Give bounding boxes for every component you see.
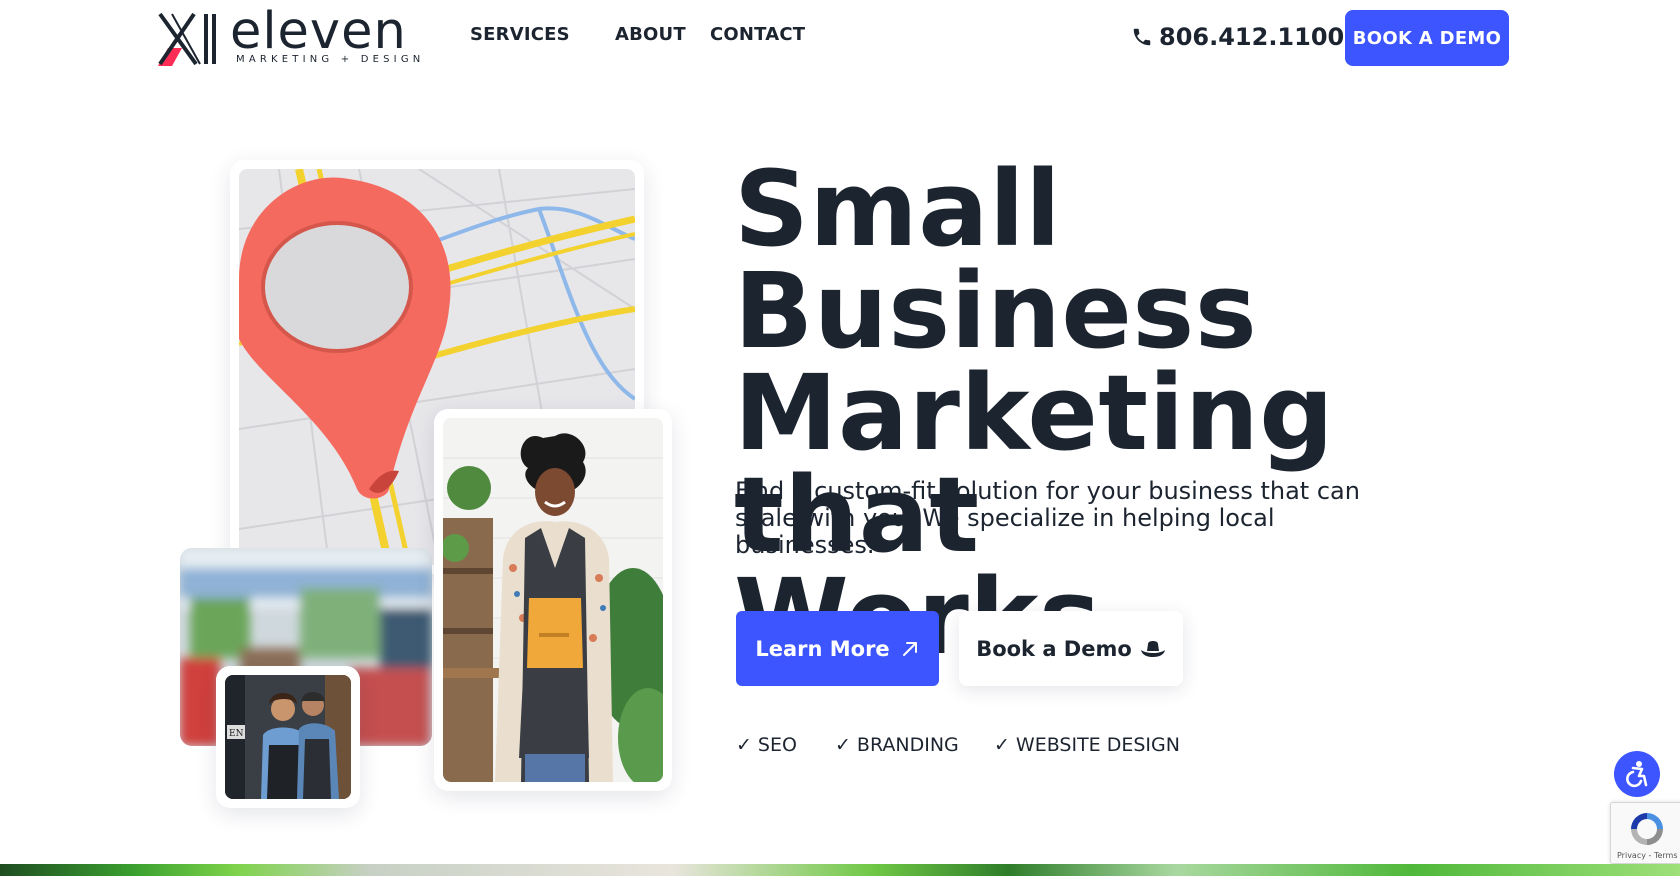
nav-contact[interactable]: CONTACT xyxy=(710,24,805,45)
service-label: WEBSITE DESIGN xyxy=(1015,734,1180,756)
shop-owners-photo: EN xyxy=(225,675,351,799)
check-icon: ✓ xyxy=(994,734,1010,756)
book-demo-header-button[interactable]: BOOK A DEMO xyxy=(1345,10,1509,66)
next-section-image-strip xyxy=(0,864,1680,876)
shop-owner-woman-photo-card xyxy=(434,409,672,791)
phone-link[interactable]: 806.412.1100 xyxy=(1131,23,1344,51)
shop-owners-photo-card: EN xyxy=(216,666,360,808)
recaptcha-icon xyxy=(1631,813,1663,845)
learn-more-button[interactable]: Learn More xyxy=(736,611,939,686)
book-demo-label: Book a Demo xyxy=(976,636,1132,661)
svg-text:EN: EN xyxy=(229,729,244,739)
recaptcha-badge[interactable]: Privacy - Terms xyxy=(1610,802,1680,864)
check-icon: ✓ xyxy=(736,734,752,756)
book-demo-button[interactable]: Book a Demo xyxy=(959,611,1183,686)
brand-logo[interactable]: eleven MARKETING + DESIGN xyxy=(156,2,420,68)
hero-subheadline: Find a custom-fit solution for your busi… xyxy=(735,477,1360,559)
nav-about[interactable]: ABOUT xyxy=(615,24,686,45)
logo-tagline: MARKETING + DESIGN xyxy=(236,54,425,65)
phone-number: 806.412.1100 xyxy=(1159,23,1345,51)
recaptcha-terms[interactable]: Privacy - Terms xyxy=(1617,851,1678,860)
cowboy-hat-icon xyxy=(1140,640,1165,657)
service-item-branding: ✓ BRANDING xyxy=(835,734,959,756)
phone-icon xyxy=(1133,28,1151,46)
service-item-website-design: ✓ WEBSITE DESIGN xyxy=(994,734,1180,756)
logo-mark-icon xyxy=(158,12,216,66)
check-icon: ✓ xyxy=(835,734,851,756)
logo-wordmark: eleven xyxy=(230,2,407,61)
hero-headline-line-1: Small Business xyxy=(734,148,1258,372)
nav-services[interactable]: SERVICES xyxy=(470,24,570,45)
shop-owner-woman-photo xyxy=(443,418,663,782)
accessibility-icon xyxy=(1626,761,1648,788)
learn-more-label: Learn More xyxy=(755,636,890,661)
service-label: BRANDING xyxy=(856,734,959,756)
accessibility-button[interactable] xyxy=(1614,751,1660,797)
service-label: SEO xyxy=(757,734,797,756)
hero-headline: Small Business Marketing that Works. xyxy=(734,148,1554,669)
service-item-seo: ✓ SEO xyxy=(736,734,797,756)
arrow-up-right-icon xyxy=(902,641,917,656)
